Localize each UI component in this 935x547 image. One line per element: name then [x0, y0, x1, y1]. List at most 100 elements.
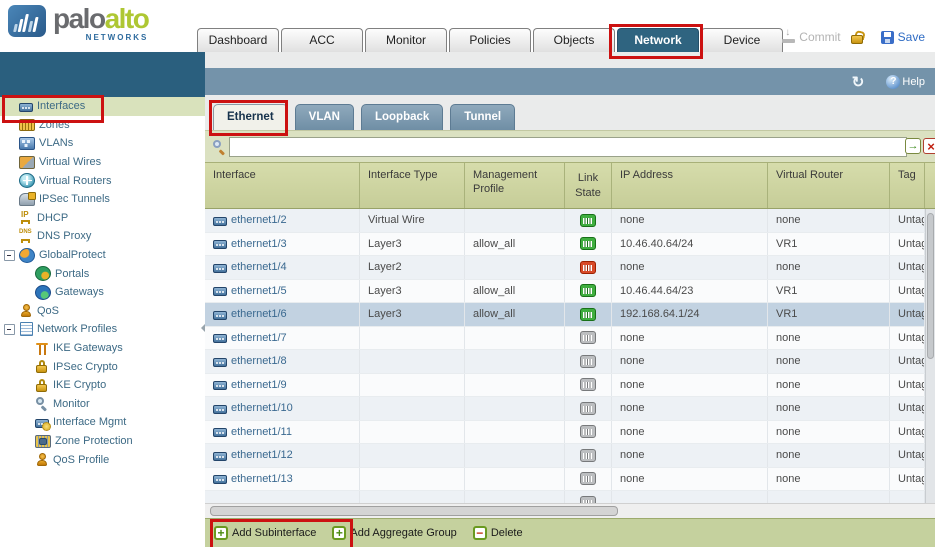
sidebar-item-dns-proxy[interactable]: DNS Proxy [0, 227, 205, 246]
sidebar-item-portals[interactable]: Portals [0, 264, 205, 283]
table-row[interactable]: ethernet1/2Virtual WirenonenoneUntagged [205, 209, 935, 233]
footer-button-add-subinterface[interactable]: +Add Subinterface [214, 526, 316, 540]
interface-name-link[interactable]: ethernet1/7 [231, 332, 287, 344]
commit-icon[interactable] [782, 31, 795, 43]
clear-filter-button[interactable]: × [923, 138, 935, 154]
interface-name-link[interactable]: ethernet1/10 [231, 402, 293, 414]
sidebar-item-interface-mgmt[interactable]: Interface Mgmt [0, 413, 205, 432]
nav-tab-network[interactable]: Network [617, 28, 699, 52]
interface-name-link[interactable]: ethernet1/5 [231, 285, 287, 297]
column-header-link-state[interactable]: Link State [565, 163, 612, 208]
ip-address-cell: none [612, 350, 768, 373]
sidebar-item-ipsec-crypto[interactable]: IPSec Crypto [0, 357, 205, 376]
sidebar-item-zone-protection[interactable]: Zone Protection [0, 432, 205, 451]
interface-name-link[interactable]: ethernet1/6 [231, 308, 287, 320]
nav-tab-device[interactable]: Device [701, 28, 783, 52]
sidebar-item-dhcp[interactable]: DHCP [0, 209, 205, 228]
column-header-interface[interactable]: Interface [205, 163, 360, 208]
sidebar-item-virtual-wires[interactable]: Virtual Wires [0, 153, 205, 172]
table-row[interactable]: ethernet1/11nonenoneUntagged [205, 421, 935, 445]
interface-name-link[interactable]: ethernet1/12 [231, 449, 293, 461]
dhcp-icon [19, 211, 33, 224]
table-row[interactable]: ethernet1/4Layer2nonenoneUntagged [205, 256, 935, 280]
sidebar-item-interfaces[interactable]: Interfaces [0, 97, 205, 116]
subtab-loopback[interactable]: Loopback [361, 104, 443, 130]
tag-cell [890, 491, 925, 503]
commit-button[interactable]: Commit [799, 30, 840, 44]
table-row[interactable]: ethernet1/12nonenoneUntagged [205, 444, 935, 468]
sidebar-item-label: Virtual Wires [39, 156, 101, 168]
interface-name-link[interactable]: ethernet1/4 [231, 261, 287, 273]
column-header-ip-address[interactable]: IP Address [612, 163, 768, 208]
link-state-none-icon [580, 402, 596, 415]
horizontal-scrollbar-thumb[interactable] [210, 506, 618, 516]
nav-tab-monitor[interactable]: Monitor [365, 28, 447, 52]
virtual-router-cell: none [768, 327, 890, 350]
ip-address-cell: none [612, 327, 768, 350]
vertical-scrollbar[interactable] [925, 209, 935, 503]
sidebar-item-gateways[interactable]: Gateways [0, 283, 205, 302]
table-row[interactable]: ethernet1/6Layer3allow_all192.168.64.1/2… [205, 303, 935, 327]
table-row[interactable]: ethernet1/3Layer3allow_all10.46.40.64/24… [205, 233, 935, 257]
subtab-tunnel[interactable]: Tunnel [450, 104, 515, 130]
sidebar-item-globalprotect[interactable]: GlobalProtect [0, 246, 205, 265]
footer-button-label: Add Aggregate Group [350, 527, 456, 539]
collapse-toggle-icon[interactable] [4, 324, 15, 335]
table-row[interactable]: ethernet1/7nonenoneUntagged [205, 327, 935, 351]
sidebar-item-ike-crypto[interactable]: IKE Crypto [0, 376, 205, 395]
sidebar-item-virtual-routers[interactable]: Virtual Routers [0, 171, 205, 190]
apply-filter-button[interactable]: → [905, 138, 921, 154]
interface-icon [213, 334, 227, 343]
help-link[interactable]: Help [902, 76, 925, 88]
interface-name-link[interactable]: ethernet1/8 [231, 355, 287, 367]
interface-icon [213, 311, 227, 320]
column-header-virtual-router[interactable]: Virtual Router [768, 163, 890, 208]
interface-name-link[interactable]: ethernet1/2 [231, 214, 287, 226]
interface-name-link[interactable]: ethernet1/9 [231, 379, 287, 391]
search-icon [213, 140, 226, 153]
nav-tab-objects[interactable]: Objects [533, 28, 615, 52]
vertical-scrollbar-thumb[interactable] [927, 213, 934, 359]
table-row[interactable]: ethernet1/9nonenoneUntagged [205, 374, 935, 398]
nav-tab-policies[interactable]: Policies [449, 28, 531, 52]
column-header-tag[interactable]: Tag [890, 163, 925, 208]
palo-alto-admin-window: paloalto NETWORKS DashboardACCMonitorPol… [0, 0, 935, 547]
nav-tab-dashboard[interactable]: Dashboard [197, 28, 279, 52]
table-row[interactable]: ethernet1/8nonenoneUntagged [205, 350, 935, 374]
sidebar-item-zones[interactable]: Zones [0, 116, 205, 135]
sidebar-item-ike-gateways[interactable]: IKE Gateways [0, 339, 205, 358]
refresh-icon[interactable]: ↻ [852, 73, 865, 91]
save-button[interactable]: Save [898, 30, 925, 44]
sidebar-item-monitor[interactable]: Monitor [0, 395, 205, 414]
tag-cell: Untagged [890, 444, 925, 467]
search-input[interactable] [229, 137, 907, 157]
unlock-icon[interactable] [851, 31, 863, 44]
table-row[interactable]: ethernet1/5Layer3allow_all10.46.44.64/23… [205, 280, 935, 304]
column-header-management-profile[interactable]: Management Profile [465, 163, 565, 208]
column-header-interface-type[interactable]: Interface Type [360, 163, 465, 208]
table-row[interactable]: ethernet1/13nonenoneUntagged [205, 468, 935, 492]
sidebar-item-qos[interactable]: QoS [0, 302, 205, 321]
interface-name-link[interactable]: ethernet1/11 [231, 426, 292, 438]
interface-type-cell [360, 444, 465, 467]
save-icon[interactable] [881, 31, 894, 44]
sidebar-item-network-profiles[interactable]: Network Profiles [0, 320, 205, 339]
subtab-ethernet[interactable]: Ethernet [213, 104, 288, 130]
footer-button-delete[interactable]: −Delete [473, 526, 523, 540]
collapse-toggle-icon[interactable] [4, 250, 15, 261]
sidebar-item-vlans[interactable]: VLANs [0, 134, 205, 153]
interface-type-cell [360, 327, 465, 350]
help-icon[interactable]: ? [886, 75, 900, 89]
sidebar-item-ipsec-tunnels[interactable]: IPSec Tunnels [0, 190, 205, 209]
horizontal-scrollbar[interactable] [205, 503, 935, 518]
sidebar-item-qos-profile[interactable]: QoS Profile [0, 450, 205, 469]
interface-name-link[interactable]: ethernet1/3 [231, 238, 287, 250]
footer-button-add-aggregate-group[interactable]: +Add Aggregate Group [332, 526, 456, 540]
nav-tab-acc[interactable]: ACC [281, 28, 363, 52]
interfaces-icon [19, 103, 33, 112]
link-state-cell [565, 327, 612, 350]
table-row[interactable] [205, 491, 935, 503]
subtab-vlan[interactable]: VLAN [295, 104, 354, 130]
interface-name-link[interactable]: ethernet1/13 [231, 473, 293, 485]
table-row[interactable]: ethernet1/10nonenoneUntagged [205, 397, 935, 421]
